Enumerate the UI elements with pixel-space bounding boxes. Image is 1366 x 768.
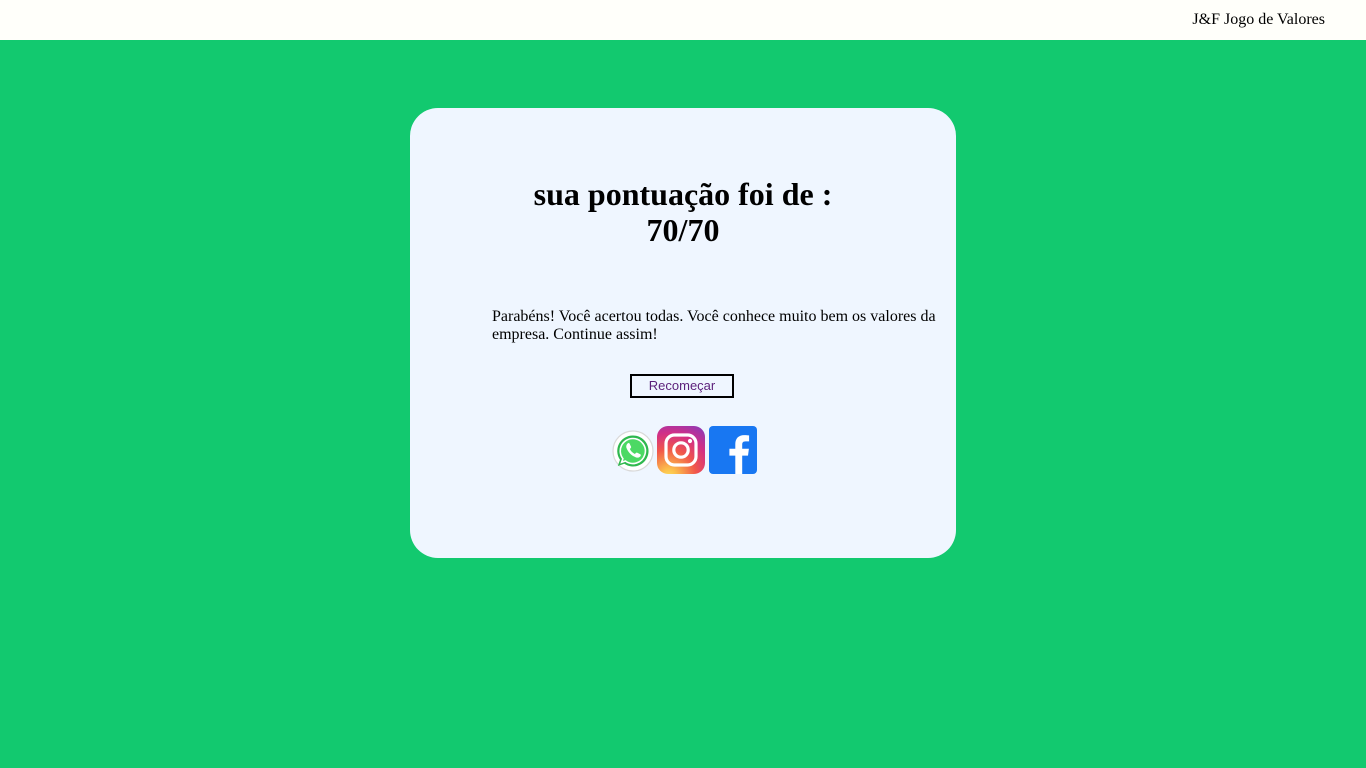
facebook-icon[interactable]: [709, 426, 757, 474]
result-message: Parabéns! Você acertou todas. Você conhe…: [492, 308, 936, 343]
score-label: sua pontuação foi de :: [533, 176, 833, 212]
instagram-icon[interactable]: [657, 426, 705, 474]
result-card: sua pontuação foi de : 70/70 Parabéns! V…: [410, 108, 956, 558]
social-links: [612, 426, 757, 474]
score-value: 70/70: [646, 212, 720, 248]
score-heading: sua pontuação foi de : 70/70: [410, 176, 956, 248]
top-bar: J&F Jogo de Valores: [0, 0, 1366, 40]
restart-button[interactable]: Recomeçar: [630, 374, 734, 398]
whatsapp-icon[interactable]: [612, 430, 654, 472]
brand-title: J&F Jogo de Valores: [1192, 11, 1325, 28]
